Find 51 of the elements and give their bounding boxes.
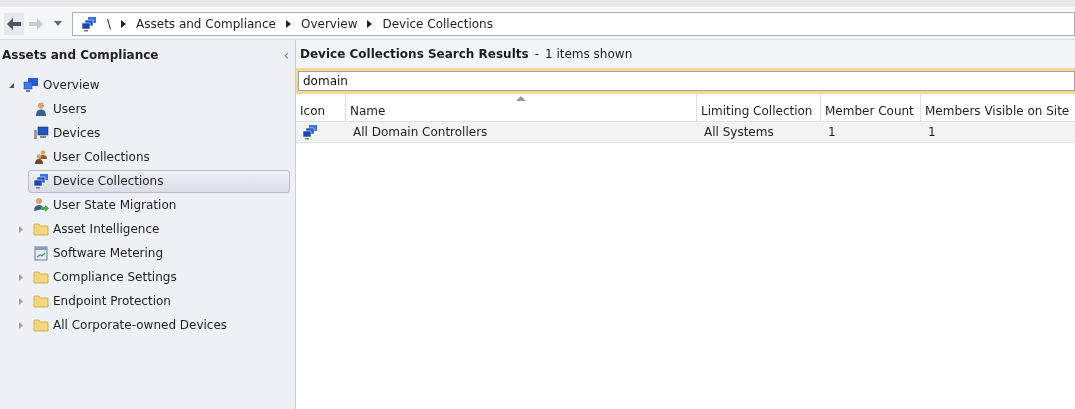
tree-item[interactable]: User State Migration <box>28 193 182 217</box>
breadcrumb-item[interactable]: Overview <box>300 16 358 31</box>
computers-icon <box>81 15 97 32</box>
tree-item[interactable]: Asset Intelligence <box>28 217 165 241</box>
report-icon <box>33 245 49 261</box>
back-button[interactable] <box>4 12 24 35</box>
table-row[interactable]: All Domain Controllers All Systems 1 1 <box>296 122 1075 143</box>
table-cell-text: 1 <box>827 125 837 139</box>
tree-item[interactable]: User Collections <box>28 145 155 169</box>
folder-icon <box>33 317 49 333</box>
tree-item[interactable]: Software Metering <box>28 241 169 265</box>
people-icon <box>33 149 49 165</box>
tree-item[interactable]: Users <box>28 97 92 121</box>
dropdown-caret-icon[interactable] <box>54 21 62 26</box>
collapse-button[interactable]: ‹ <box>283 47 289 63</box>
column-header[interactable]: Limiting Collection <box>696 94 820 121</box>
computers-icon <box>302 124 318 140</box>
person-icon <box>33 101 49 117</box>
breadcrumb-item[interactable]: \ <box>107 16 112 31</box>
computers-icon <box>23 77 39 93</box>
separator-dash: - <box>534 47 539 61</box>
column-header[interactable]: Name <box>345 94 696 121</box>
panel-title: Assets and Compliance <box>2 48 159 62</box>
computers-icon <box>33 173 49 189</box>
chevron-icon[interactable] <box>121 19 127 28</box>
breadcrumb-item[interactable]: Device Collections <box>382 16 493 31</box>
tree-item[interactable]: Compliance Settings <box>28 265 182 289</box>
sort-arrow-icon <box>516 96 526 101</box>
column-header[interactable]: Member Count <box>820 94 920 121</box>
computer-icon <box>33 125 49 141</box>
tree-item[interactable]: All Corporate-owned Devices <box>28 313 233 337</box>
folder-icon <box>33 269 49 285</box>
table-cell-text: All Systems <box>703 125 775 139</box>
breadcrumb-item[interactable]: Assets and Compliance <box>136 16 276 31</box>
results-title: Device Collections Search Results <box>300 47 529 61</box>
chevron-icon[interactable] <box>285 19 291 28</box>
chevron-icon[interactable] <box>367 19 373 28</box>
tree-item[interactable]: Overview <box>18 73 105 97</box>
folder-icon <box>33 293 49 309</box>
collapse-arrow-icon[interactable] <box>7 81 15 89</box>
person-arrow-icon <box>33 197 49 213</box>
table-cell-text: 1 <box>927 125 937 139</box>
tree-item[interactable]: Devices <box>28 121 106 145</box>
table-cell-text: All Domain Controllers <box>352 125 489 139</box>
tree-item[interactable]: Device Collections <box>28 169 290 193</box>
folder-icon <box>33 221 49 237</box>
search-field[interactable]: domain <box>298 71 1075 91</box>
column-header[interactable]: Members Visible on Site <box>920 94 1075 121</box>
tree-item[interactable]: Endpoint Protection <box>28 289 176 313</box>
column-header[interactable]: Icon <box>296 94 345 121</box>
results-summary: 1 items shown <box>545 47 633 61</box>
